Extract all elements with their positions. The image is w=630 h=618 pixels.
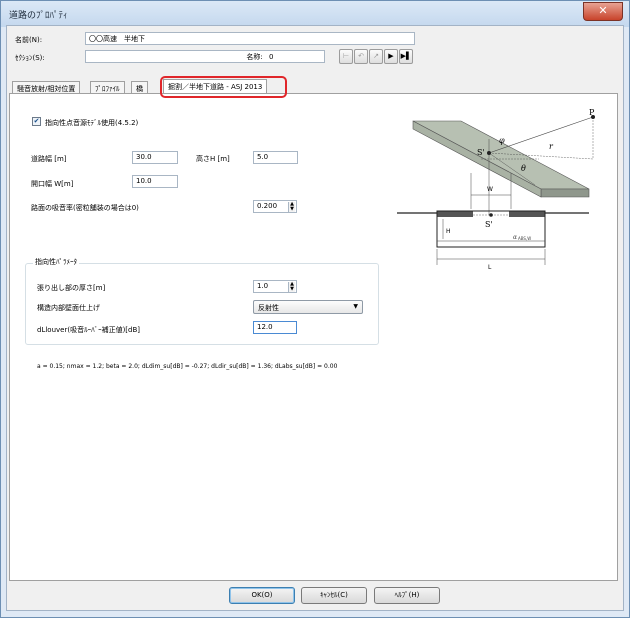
- diagram-label-r: r: [549, 142, 554, 151]
- section-select[interactable]: 名称: 0: [85, 50, 325, 63]
- opening-width-input[interactable]: 10.0: [132, 175, 178, 188]
- close-icon[interactable]: ✕: [583, 2, 623, 21]
- finish-value: 反射性: [258, 304, 279, 312]
- absorption-input[interactable]: 0.200 ▲ ▼: [253, 200, 297, 213]
- title-bar: 道路のﾌﾟﾛﾊﾟﾃｨ ✕: [1, 1, 629, 27]
- result-text: a = 0.15; nmax = 1.2; beta = 2.0; dLdim_…: [37, 363, 338, 370]
- name-label: 名前(N):: [15, 36, 43, 44]
- name-input[interactable]: 〇〇高速 半地下: [85, 32, 415, 45]
- absorption-label: 路面の吸音率(密粒舗装の場合は0): [31, 204, 139, 212]
- cancel-button[interactable]: ｷｬﾝｾﾙ(C): [301, 587, 367, 604]
- diagram-label-p: P: [589, 109, 595, 117]
- dlouver-input[interactable]: 12.0: [253, 321, 297, 334]
- dlouver-label: dLlouver(吸音ﾙｰﾊﾞｰ補正値)[dB]: [37, 326, 141, 334]
- section-name-label: 名称:: [246, 53, 263, 61]
- nav-next-button[interactable]: ▶: [384, 49, 398, 64]
- diagram-label-alpha: α: [513, 234, 517, 241]
- nav-undo-button[interactable]: ↶: [354, 49, 368, 64]
- section-name-value: 0: [269, 53, 274, 61]
- diagram-label-s-bottom: S': [485, 220, 493, 229]
- ok-button[interactable]: OK(O): [229, 587, 295, 604]
- road-width-input[interactable]: 30.0: [132, 151, 178, 164]
- road-width-label: 道路幅 [m]: [31, 155, 67, 163]
- overhang-input[interactable]: 1.0 ▲ ▼: [253, 280, 297, 293]
- nav-redo-button[interactable]: ↗: [369, 49, 383, 64]
- cutting-diagram: P φ r S' θ W S' H α ABS,W L: [397, 109, 595, 271]
- height-input[interactable]: 5.0: [253, 151, 298, 164]
- diagram-label-w: W: [487, 186, 493, 193]
- opening-width-label: 開口幅 W[m]: [31, 180, 74, 188]
- diagram-label-l: L: [488, 264, 492, 271]
- diagram-label-h: H: [446, 228, 451, 235]
- overhang-label: 張り出し部の厚さ[m]: [37, 284, 106, 292]
- finish-select[interactable]: 反射性 ▼: [253, 300, 363, 314]
- directivity-checkbox[interactable]: ✔: [32, 117, 41, 126]
- height-label: 高さH [m]: [196, 155, 230, 163]
- finish-label: 構造内部壁面仕上げ: [37, 304, 100, 312]
- diagram-label-phi: φ: [499, 136, 505, 145]
- help-button[interactable]: ﾍﾙﾌﾟ(H): [374, 587, 440, 604]
- dialog-window: 道路のﾌﾟﾛﾊﾟﾃｨ ✕ 名前(N): 〇〇高速 半地下 ｾｸｼｮﾝ(S): 名…: [0, 0, 630, 618]
- diagram-label-theta: θ: [521, 164, 526, 173]
- absorption-value: 0.200: [257, 202, 278, 210]
- chevron-down-icon: ▼: [353, 303, 358, 310]
- spinner-icon[interactable]: ▲ ▼: [288, 202, 295, 212]
- spinner-icon[interactable]: ▲ ▼: [288, 282, 295, 292]
- section-label: ｾｸｼｮﾝ(S):: [15, 54, 45, 62]
- diagram-label-alpha-sub: ABS,W: [518, 236, 531, 241]
- directivity-params-title: 指向性ﾊﾟﾗﾒｰﾀ: [33, 257, 79, 267]
- directivity-checkbox-label: 指向性点音源ﾓﾃﾞﾙ使用(4.5.2): [45, 119, 139, 127]
- nav-last-button[interactable]: ▶▌: [399, 49, 413, 64]
- overhang-value: 1.0: [257, 282, 269, 290]
- window-title: 道路のﾌﾟﾛﾊﾟﾃｨ: [9, 11, 68, 21]
- diagram-label-s-top: S': [477, 148, 485, 157]
- nav-first-button[interactable]: ⊢: [339, 49, 353, 64]
